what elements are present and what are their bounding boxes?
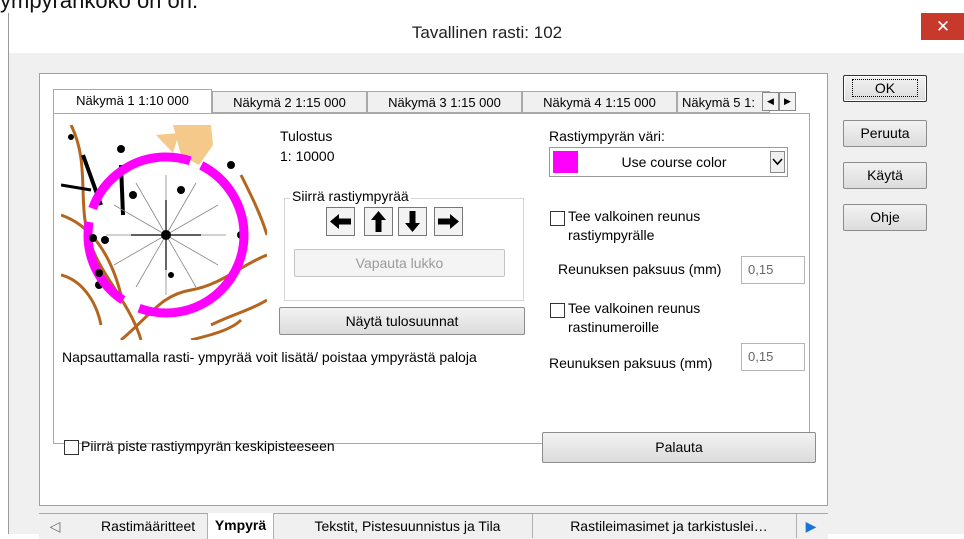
move-up-button[interactable] [364, 207, 393, 236]
tab-circle[interactable]: Ympyrä [207, 513, 274, 539]
help-button[interactable]: Ohje [843, 204, 927, 231]
tab-scroll-right-button[interactable]: ▶ [779, 92, 796, 111]
circle-color-value: Use course color [621, 154, 727, 170]
move-left-button[interactable] [326, 207, 355, 236]
move-circle-group-label: Siirrä rastiympyrää [290, 188, 411, 204]
color-swatch [553, 151, 578, 173]
title-bar[interactable]: Tavallinen rasti: 102 ✕ [9, 13, 964, 53]
white-border-circle-checkbox[interactable] [550, 211, 565, 226]
arrow-right-icon [438, 214, 459, 229]
cancel-button[interactable]: Peruuta [843, 120, 927, 147]
bottom-tab-scroll-right[interactable]: ▶ [801, 514, 821, 538]
close-icon: ✕ [935, 17, 951, 36]
tab-view-2[interactable]: Näkymä 2 1:15 000 [212, 91, 367, 113]
bottom-tab-scroll-left[interactable]: ◁ [45, 514, 65, 538]
circle-hint-text: Napsauttamalla rasti- ympyrää voit lisät… [62, 349, 477, 365]
window-title: Tavallinen rasti: 102 [411, 23, 563, 42]
chevron-left-icon: ◁ [49, 518, 61, 534]
close-button[interactable]: ✕ [921, 13, 964, 40]
white-border-circle-label-2: rastiympyrälle [568, 227, 655, 243]
white-border-numbers-checkbox[interactable] [550, 303, 565, 318]
dropdown-button[interactable] [770, 151, 785, 173]
numbers-border-thickness-input[interactable]: 0,15 [741, 343, 805, 371]
arrow-down-icon [405, 211, 420, 232]
circle-color-dropdown[interactable]: Use course color [549, 147, 788, 177]
tab-texts-scoring[interactable]: Tekstit, Pistesuunnistus ja Tila [283, 514, 533, 538]
chevron-right-icon: ▶ [805, 518, 817, 534]
move-right-button[interactable] [434, 207, 463, 236]
reset-button[interactable]: Palauta [542, 432, 816, 463]
arrow-left-icon [330, 214, 351, 229]
control-properties-dialog: Tavallinen rasti: 102 ✕ OK Peruuta Käytä… [8, 13, 964, 539]
tab-punches[interactable]: Rastileimasimet ja tarkistuslei… [542, 514, 797, 538]
center-dot-label: Piirrä piste rastiympyrän keskipisteesee… [81, 438, 335, 454]
white-border-numbers-label-1: Tee valkoinen reunus [568, 300, 701, 316]
show-print-directions-button[interactable]: Näytä tulosuunnat [279, 307, 525, 335]
circle-border-thickness-input[interactable]: 0,15 [741, 256, 805, 284]
dialog-client-area: OK Peruuta Käytä Ohje Näkymä 1 1:10 000 … [9, 53, 964, 539]
white-border-circle-label-1: Tee valkoinen reunus [568, 208, 701, 224]
bottom-tab-strip: ◁ Rastimääritteet Ympyrä Tekstit, Pistes… [39, 513, 828, 539]
tab-view-5[interactable]: Näkymä 5 1: [677, 91, 770, 113]
circle-border-thickness-label: Reunuksen paksuus (mm) [558, 261, 722, 277]
tab-view-1[interactable]: Näkymä 1 1:10 000 [53, 89, 212, 114]
arrow-up-icon [371, 211, 386, 232]
apply-button[interactable]: Käytä [843, 162, 927, 189]
numbers-border-thickness-label: Reunuksen paksuus (mm) [549, 355, 713, 371]
print-scale: 1: 10000 [280, 148, 335, 164]
control-circle-preview[interactable] [61, 125, 267, 340]
ok-button[interactable]: OK [843, 75, 927, 102]
tab-scroll-left-button[interactable]: ◀ [762, 92, 779, 111]
background-text-fragment: ympyränkoko on on. [0, 0, 199, 13]
white-border-numbers-label-2: rastinumeroille [568, 319, 660, 335]
tab-view-3[interactable]: Näkymä 3 1:15 000 [367, 91, 522, 113]
print-label: Tulostus [280, 128, 333, 144]
chevron-down-icon [772, 158, 783, 166]
tab-view-4[interactable]: Näkymä 4 1:15 000 [522, 91, 677, 113]
circle-color-label: Rastiympyrän väri: [549, 128, 665, 144]
unlock-button[interactable]: Vapauta lukko [294, 249, 505, 277]
center-dot-checkbox[interactable] [64, 440, 79, 455]
move-down-button[interactable] [398, 207, 427, 236]
